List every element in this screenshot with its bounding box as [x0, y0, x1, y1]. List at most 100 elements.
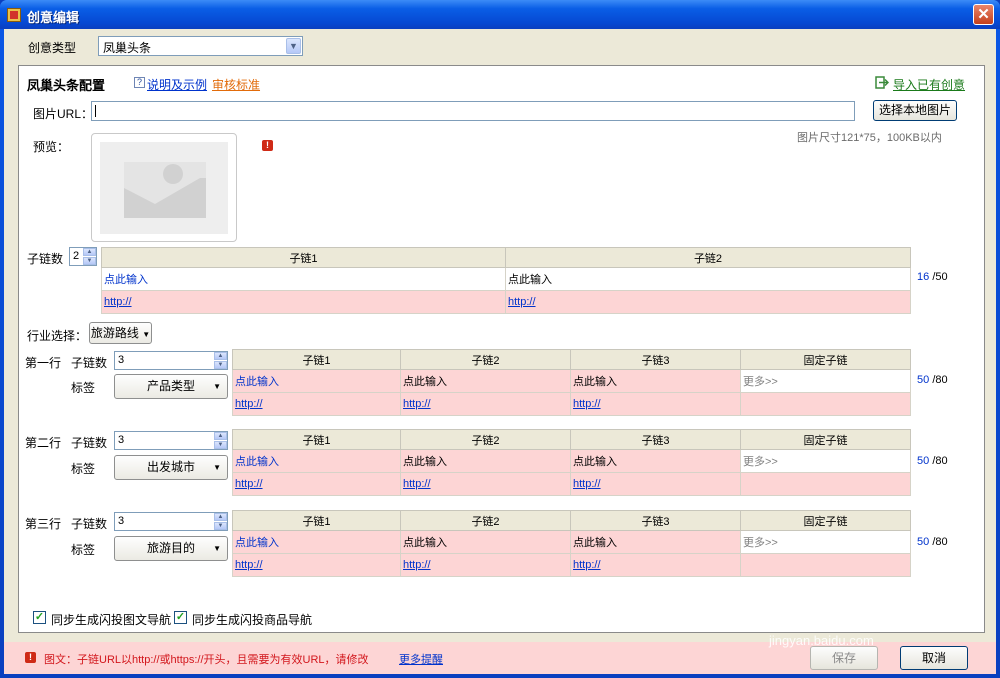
image-size-hint: 图片尺寸121*75，100KB以内 [797, 132, 942, 144]
fixed-sublink-url-cell[interactable] [740, 392, 911, 416]
sublink-url-cell[interactable]: http:// [400, 472, 571, 496]
sublink-text-cell[interactable]: 点此输入 [505, 267, 911, 291]
sublink-text-cell[interactable]: 点此输入 [400, 449, 571, 473]
creative-type-select[interactable]: 凤巢头条 ▼ [98, 36, 303, 56]
spin-down-icon[interactable]: ▼ [83, 257, 96, 265]
sublink-url-cell[interactable]: http:// [232, 553, 401, 577]
row-count-stepper[interactable]: 3 ▲ ▼ [114, 512, 228, 531]
fixed-sublink-url-cell[interactable] [740, 472, 911, 496]
row-char-count-max: /80 [932, 536, 948, 548]
chevron-down-icon: ▼ [213, 382, 221, 391]
row-sublink-grid: 子链1 子链2 子链3 固定子链 点此输入 点此输入 点此输入 更多>> http://ht… [232, 349, 911, 416]
row-sublink-grid: 子链1 子链2 子链3 固定子链 点此输入 点此输入 点此输入 更多>> http://ht… [232, 429, 911, 496]
row-count-stepper[interactable]: 3 ▲ ▼ [114, 351, 228, 370]
sync-graphic-checkbox[interactable]: ✓ [33, 611, 46, 624]
error-icon: ! [25, 652, 36, 663]
sublink-url-cell[interactable]: http:// [400, 392, 571, 416]
sublink-text-cell[interactable]: 点此输入 [232, 449, 401, 473]
sublink-text-cell[interactable]: 点此输入 [570, 530, 741, 554]
sublink-text-cell[interactable]: 点此输入 [232, 369, 401, 393]
title-bar[interactable]: 创意编辑 ✕ [0, 0, 1000, 29]
creative-type-value: 凤巢头条 [103, 41, 152, 55]
image-preview [91, 133, 237, 242]
fixed-sublink-cell[interactable]: 更多>> [740, 369, 911, 393]
row-tag-dropdown[interactable]: 产品类型 ▼ [114, 374, 228, 399]
row-tag-dropdown[interactable]: 旅游目的 ▼ [114, 536, 228, 561]
spin-up-icon[interactable]: ▲ [214, 432, 227, 440]
row-count-label: 子链数 [71, 436, 108, 450]
row-char-count: 50 /80 [917, 536, 948, 548]
chevron-down-icon[interactable]: ▼ [286, 38, 301, 54]
sublink-url-cell[interactable]: http:// [505, 290, 911, 314]
fixed-sublink-cell[interactable]: 更多>> [740, 530, 911, 554]
sublink-url-cell[interactable]: http:// [570, 553, 741, 577]
sublink-count-label: 子链数 [27, 252, 64, 266]
row-char-count-max: /80 [932, 374, 948, 386]
choose-local-image-button[interactable]: 选择本地图片 [873, 100, 957, 121]
chevron-down-icon: ▼ [213, 463, 221, 472]
preview-label: 预览： [33, 140, 70, 154]
column-header: 子链2 [400, 349, 571, 370]
error-message: 图文：子链URL以http://或https://开头，且需要为有效URL，请修… [44, 654, 369, 666]
row-tag-value: 旅游目的 [146, 541, 195, 555]
sync-product-checkbox[interactable]: ✓ [174, 611, 187, 624]
sublink-url-cell[interactable]: http:// [101, 290, 506, 314]
sublink-text-cell[interactable]: 点此输入 [570, 369, 741, 393]
spin-down-icon[interactable]: ▼ [214, 361, 227, 369]
row-count-label: 子链数 [71, 356, 108, 370]
industry-dropdown[interactable]: 旅游路线 ▼ [89, 322, 152, 344]
more-reminders-link[interactable]: 更多提醒 [399, 651, 443, 667]
watermark-url: jingyan.baidu.com [769, 633, 874, 648]
cancel-button[interactable]: 取消 [900, 646, 968, 670]
row-count-value: 3 [118, 515, 125, 527]
column-header: 子链3 [570, 349, 741, 370]
row-char-count-value: 50 [917, 536, 930, 548]
creative-type-label: 创意类型 [28, 41, 77, 55]
config-panel: 凤巢头条配置 ? 说明及示例 审核标准 导入已有创意 图片URL： 选择本地图片… [18, 65, 985, 633]
review-standard-link[interactable]: 审核标准 [212, 76, 260, 93]
top-char-count: 16 /50 [917, 271, 948, 283]
save-button[interactable]: 保存 [810, 646, 878, 670]
sublink-url-cell[interactable]: http:// [400, 553, 571, 577]
sublink-text-cell[interactable]: 点此输入 [232, 530, 401, 554]
panel-title: 凤巢头条配置 [27, 78, 106, 93]
spin-up-icon[interactable]: ▲ [214, 513, 227, 521]
sublink-url-cell[interactable]: http:// [570, 392, 741, 416]
row-tag-dropdown[interactable]: 出发城市 ▼ [114, 455, 228, 480]
image-url-label: 图片URL： [33, 107, 94, 121]
row-sublink-grid: 子链1 子链2 子链3 固定子链 点此输入 点此输入 点此输入 更多>> http://ht… [232, 510, 911, 577]
close-button[interactable]: ✕ [973, 4, 994, 25]
spin-up-icon[interactable]: ▲ [83, 248, 96, 256]
help-icon: ? [134, 77, 145, 88]
spin-down-icon[interactable]: ▼ [214, 522, 227, 530]
image-url-input[interactable] [91, 101, 855, 121]
sync-product-label: 同步生成闪投商品导航 [192, 613, 313, 627]
window-title: 创意编辑 [27, 10, 80, 25]
spin-down-icon[interactable]: ▼ [214, 441, 227, 449]
column-header: 子链3 [570, 510, 741, 531]
sync-graphic-label: 同步生成闪投图文导航 [51, 613, 172, 627]
industry-label: 行业选择： [27, 329, 88, 343]
column-header: 子链2 [400, 429, 571, 450]
row-count-label: 子链数 [71, 517, 108, 531]
row-tag-value: 产品类型 [146, 379, 195, 393]
column-header: 子链3 [570, 429, 741, 450]
sublink-text-cell[interactable]: 点此输入 [101, 267, 506, 291]
sublink-text-cell[interactable]: 点此输入 [570, 449, 741, 473]
sublink-text-cell[interactable]: 点此输入 [400, 530, 571, 554]
text-cursor [95, 105, 96, 117]
column-header: 固定子链 [740, 349, 911, 370]
row-count-stepper[interactable]: 3 ▲ ▼ [114, 431, 228, 450]
sublink-text-cell[interactable]: 点此输入 [400, 369, 571, 393]
fixed-sublink-url-cell[interactable] [740, 553, 911, 577]
sublink-url-cell[interactable]: http:// [570, 472, 741, 496]
sublink-count-stepper[interactable]: 2 ▲ ▼ [69, 247, 97, 266]
import-existing-link[interactable]: 导入已有创意 [893, 76, 965, 93]
sublink-url-cell[interactable]: http:// [232, 392, 401, 416]
help-link[interactable]: 说明及示例 [147, 76, 207, 93]
sublink-url-cell[interactable]: http:// [232, 472, 401, 496]
image-placeholder-icon [100, 142, 228, 234]
row-char-count: 50 /80 [917, 374, 948, 386]
fixed-sublink-cell[interactable]: 更多>> [740, 449, 911, 473]
spin-up-icon[interactable]: ▲ [214, 352, 227, 360]
